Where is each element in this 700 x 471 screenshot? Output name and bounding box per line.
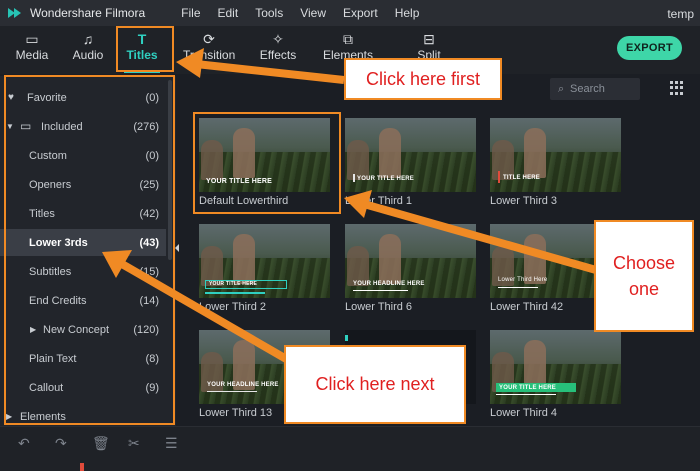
callout-choose-one: Choose one (594, 220, 694, 332)
thumbnail-label: Lower Third 3 (490, 195, 558, 207)
filmora-window: Wondershare Filmora File Edit Tools View… (0, 0, 700, 471)
callout-click-here-first: Click here first (344, 58, 502, 100)
callout-click-here-next: Click here next (284, 345, 466, 424)
tab-media-label: Media (15, 48, 49, 62)
thumbnail-overlay-text: YOUR TITLE HERE (499, 385, 557, 391)
highlight-sidebar (4, 75, 175, 425)
menu-help[interactable]: Help (395, 6, 420, 20)
timeline-playhead[interactable] (80, 463, 84, 471)
tab-transition-label: Transition (183, 48, 236, 62)
menu-edit[interactable]: Edit (218, 6, 239, 20)
menu-export[interactable]: Export (343, 6, 378, 20)
project-name: temp (667, 7, 694, 21)
thumbnail-overlay-text: YOUR TITLE HERE (357, 176, 415, 182)
tab-effects[interactable]: ✧ Effects (253, 30, 303, 62)
delete-icon[interactable]: 🗑 (92, 435, 110, 452)
menu-file[interactable]: File (181, 6, 200, 20)
title-thumbnail-lower-third-6[interactable]: YOUR HEADLINE HERE (345, 224, 476, 298)
tab-audio[interactable]: ♫ Audio (63, 30, 113, 62)
thumbnail-label: Lower Third 42 (490, 301, 564, 313)
elements-icon: ⧉ (343, 31, 353, 47)
redo-icon[interactable]: ↷ (55, 435, 67, 452)
title-thumbnail-lower-third-4[interactable]: YOUR TITLE HERE (490, 330, 621, 404)
cut-icon[interactable]: ✂ (128, 435, 140, 452)
thumbnail-overlay-text: YOUR TITLE HERE (209, 281, 258, 287)
split-screen-icon: ⊟ (423, 31, 435, 47)
transition-icon: ⟳ (203, 31, 215, 47)
adjust-icon[interactable]: ☰ (165, 435, 178, 452)
title-thumbnail-lower-third-3[interactable]: TITLE HERE (490, 118, 621, 192)
search-icon: ⌕ (558, 83, 565, 95)
sparkle-icon: ✧ (272, 31, 284, 47)
title-bar: Wondershare Filmora File Edit Tools View… (0, 0, 700, 26)
collapse-sidebar-icon[interactable] (175, 244, 179, 252)
media-folder-icon: ▭ (25, 31, 39, 47)
title-thumbnail-lower-third-2[interactable]: YOUR TITLE HERE (199, 224, 330, 298)
tab-media[interactable]: ▭ Media (7, 30, 57, 62)
thumbnail-overlay-text: Lower Third Here (498, 277, 548, 283)
thumbnail-overlay-text: YOUR HEADLINE HERE (207, 382, 279, 388)
menu-view[interactable]: View (300, 6, 326, 20)
thumbnail-label: Lower Third 2 (199, 301, 267, 313)
thumbnail-overlay-text: YOUR HEADLINE HERE (353, 281, 425, 287)
thumbnail-label: Lower Third 13 (199, 407, 273, 419)
tab-transition[interactable]: ⟳ Transition (183, 30, 235, 62)
highlight-default-lowerthird (193, 112, 341, 214)
tab-audio-label: Audio (72, 48, 104, 62)
thumbnail-label: Lower Third 4 (490, 407, 558, 419)
menu-bar: File Edit Tools View Export Help (181, 6, 436, 20)
thumbnail-label: Lower Third 1 (345, 195, 413, 207)
music-note-icon: ♫ (82, 31, 94, 47)
thumbnail-overlay-text: TITLE HERE (503, 175, 541, 181)
highlight-titles-tab (116, 26, 174, 72)
timeline-toolbar: ↶ ↷ 🗑 ✂ ☰ (0, 426, 700, 471)
title-thumbnail-lower-third-1[interactable]: YOUR TITLE HERE (345, 118, 476, 192)
undo-icon[interactable]: ↶ (18, 435, 30, 452)
menu-tools[interactable]: Tools (255, 6, 283, 20)
export-button[interactable]: EXPORT (617, 36, 682, 60)
grid-view-icon[interactable] (670, 81, 684, 95)
app-name: Wondershare Filmora (30, 6, 146, 20)
search-placeholder: Search (570, 83, 605, 95)
filmora-logo-icon (8, 6, 22, 20)
thumbnail-label: Lower Third 6 (345, 301, 413, 313)
tab-effects-label: Effects (259, 48, 297, 62)
search-input[interactable]: ⌕ Search (550, 78, 640, 100)
